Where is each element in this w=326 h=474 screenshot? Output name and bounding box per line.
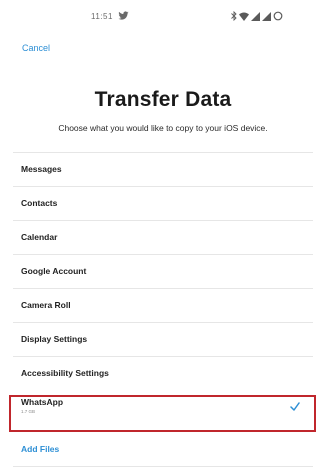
list-item-contacts[interactable]: Contacts: [13, 186, 313, 220]
list-item-whatsapp[interactable]: WhatsApp 1.7 GB: [13, 390, 313, 424]
list-item-label: WhatsApp: [21, 397, 64, 407]
cancel-button[interactable]: Cancel: [22, 43, 50, 53]
signal-icon: [251, 11, 260, 21]
status-time: 11:51: [91, 12, 113, 21]
list-item-camera-roll[interactable]: Camera Roll: [13, 288, 313, 322]
divider: [13, 466, 313, 467]
page-subtitle: Choose what you would like to copy to yo…: [58, 123, 268, 133]
list-item-messages[interactable]: Messages: [13, 152, 313, 186]
list-item-label: Google Account: [21, 266, 87, 276]
twitter-icon: [118, 11, 129, 20]
list-item-display-settings[interactable]: Display Settings: [13, 322, 313, 356]
list-item-google-account[interactable]: Google Account: [13, 254, 313, 288]
status-bar: 11:51: [0, 0, 326, 34]
signal-icon: [262, 11, 271, 21]
list-item-accessibility-settings[interactable]: Accessibility Settings: [13, 356, 313, 390]
wifi-icon: [239, 12, 249, 21]
status-icons: [231, 11, 283, 21]
list-item-label: Calendar: [21, 232, 58, 242]
list-item-size: 1.7 GB: [21, 409, 36, 414]
list-item-label: Messages: [21, 164, 62, 174]
page-title: Transfer Data: [94, 88, 232, 111]
list-item-label: Accessibility Settings: [21, 368, 109, 378]
add-files-button[interactable]: Add Files: [21, 444, 59, 454]
bluetooth-icon: [231, 11, 237, 21]
checkmark-icon: [290, 402, 300, 411]
list-item-calendar[interactable]: Calendar: [13, 220, 313, 254]
list-item-label: Display Settings: [21, 334, 88, 344]
transfer-data-screen: 11:51 Cancel Transfer Data Choose what y…: [0, 0, 326, 474]
list-item-label: Contacts: [21, 198, 58, 208]
list-item-label: Camera Roll: [21, 300, 71, 310]
battery-charging-icon: [273, 11, 283, 21]
data-type-list: Messages Contacts Calendar Google Accoun…: [13, 152, 313, 424]
